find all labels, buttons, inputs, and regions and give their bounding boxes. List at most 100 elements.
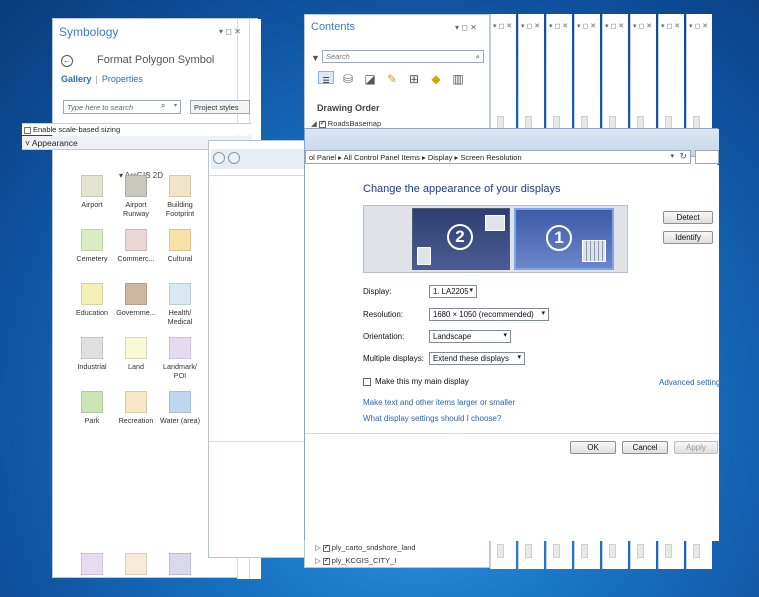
symbol-swatch[interactable]: Governme... — [114, 283, 158, 317]
layer-checkbox[interactable] — [322, 556, 330, 565]
layer-city[interactable]: ▷ ply_KCGIS_CITY_I — [315, 556, 396, 565]
monitor-number-1: 1 — [546, 225, 572, 251]
search-icon[interactable]: ⌕ — [476, 52, 480, 62]
back-button[interactable]: ← — [61, 55, 73, 67]
filter-icon[interactable]: ▼ — [311, 53, 320, 63]
detect-button[interactable]: Detect — [663, 211, 713, 224]
forward-icon[interactable] — [228, 152, 240, 164]
search-field[interactable] — [695, 150, 719, 164]
symbol-swatch[interactable]: Education — [70, 283, 114, 317]
symbol-label: Building Footprint — [165, 200, 195, 218]
project-styles-dropdown[interactable]: Project styles — [190, 100, 250, 114]
data-source-icon[interactable]: ⛁ — [340, 71, 356, 87]
symbol-preview — [81, 175, 103, 197]
nav-bar — [211, 149, 307, 169]
main-display-checkbox[interactable]: Make this my main display — [363, 377, 469, 386]
symbol-swatch[interactable] — [70, 553, 114, 578]
charts-icon[interactable]: ▥ — [450, 71, 466, 87]
monitor-number-2: 2 — [447, 224, 473, 250]
pane-controls[interactable]: ▾ ◻ ✕ — [689, 22, 708, 30]
display-help-link[interactable]: What display settings should I choose? — [363, 414, 501, 423]
pane-controls[interactable]: ▾ ◻ ✕ — [493, 22, 512, 30]
symbol-swatch[interactable]: Commerc... — [114, 229, 158, 263]
symbol-swatch[interactable]: Recreation — [114, 391, 158, 425]
scale-based-sizing-row[interactable]: Enable scale-based sizing — [22, 123, 252, 135]
resolution-select[interactable]: 1680 × 1050 (recommended) ▾ — [429, 308, 549, 321]
identify-button[interactable]: Identify — [663, 231, 713, 244]
drawing-order-icon[interactable]: ☰ — [318, 71, 334, 85]
monitor-1[interactable]: 1 — [514, 208, 614, 270]
contents-search-input[interactable]: Search ⌕ — [322, 50, 484, 63]
multiple-displays-select[interactable]: Extend these displays ▾ — [429, 352, 525, 365]
symbol-swatch[interactable]: Cultural — [158, 229, 202, 263]
advanced-settings-link[interactable]: Advanced settings — [659, 378, 724, 387]
expand-icon[interactable]: ◢ — [311, 119, 317, 128]
layer-roadsbasemap[interactable]: ◢ RoadsBasemap — [311, 119, 381, 128]
selection-icon[interactable]: ◪ — [362, 71, 378, 87]
layer-name: ply_KCGIS_CITY_I — [331, 556, 397, 565]
address-bar[interactable]: ol Panel ▸ All Control Panel Items ▸ Dis… — [305, 150, 691, 164]
contents-search-placeholder: Search — [326, 52, 350, 61]
layer-name: ply_carto_sndshore_land — [331, 543, 416, 552]
apply-button[interactable]: Apply — [674, 441, 718, 454]
scale-checkbox[interactable] — [24, 126, 31, 134]
pane-controls[interactable]: ▾ ◻ ✕ — [633, 22, 652, 30]
scrollbar-fragment — [665, 544, 672, 558]
symbol-swatch[interactable] — [114, 553, 158, 578]
text-size-link[interactable]: Make text and other items larger or smal… — [363, 398, 515, 407]
pane-controls[interactable]: ▾ ◻ ✕ — [605, 22, 624, 30]
orientation-select[interactable]: Landscape ▾ — [429, 330, 511, 343]
symbol-label: Park — [84, 416, 100, 425]
symbol-preview — [169, 553, 191, 575]
pane-controls[interactable]: ▾ ◻ ✕ — [219, 27, 241, 36]
search-icon[interactable]: ⌕ — [161, 101, 165, 111]
symbol-swatch[interactable]: Health/ Medical — [158, 283, 202, 326]
expand-icon[interactable]: ▷ — [315, 556, 321, 565]
display-select[interactable]: 1. LA2205 ▾ — [429, 285, 477, 298]
symbol-swatch[interactable]: Cemetery — [70, 229, 114, 263]
explorer-window-fragment — [208, 140, 307, 558]
monitor-2[interactable]: 2 — [412, 208, 510, 270]
editing-icon[interactable]: ✎ — [384, 71, 400, 87]
symbol-swatch[interactable]: Building Footprint — [158, 175, 202, 218]
dialog-body: Change the appearance of your displays 2… — [305, 165, 724, 541]
checkbox[interactable] — [363, 377, 371, 386]
pane-controls[interactable]: ▾ ◻ ✕ — [455, 23, 477, 32]
symbol-swatch[interactable] — [158, 553, 202, 578]
chevron-down-icon[interactable]: ▾ — [174, 102, 177, 109]
symbol-swatch[interactable]: Landmark/ POI — [158, 337, 202, 380]
tab-properties[interactable]: Properties — [102, 74, 143, 84]
resolution-label: Resolution: — [363, 310, 404, 319]
symbol-label: Cemetery — [76, 254, 108, 263]
symbol-swatch[interactable]: Industrial — [70, 337, 114, 371]
layer-checkbox[interactable] — [322, 543, 330, 552]
chevron-down-icon: ▾ — [469, 287, 473, 294]
pane-controls[interactable]: ▾ ◻ ✕ — [521, 22, 540, 30]
symbol-preview — [81, 229, 103, 251]
cancel-button[interactable]: Cancel — [622, 441, 668, 454]
symbol-swatch[interactable]: Water (area) — [158, 391, 202, 425]
symbol-swatch[interactable]: Park — [70, 391, 114, 425]
expand-icon[interactable]: ▷ — [315, 543, 321, 552]
tab-gallery[interactable]: Gallery — [61, 74, 92, 84]
layer-checkbox[interactable] — [318, 119, 326, 128]
labeling-icon[interactable]: ◆ — [428, 71, 444, 87]
layer-sndshore[interactable]: ▷ ply_carto_sndshore_land — [315, 543, 416, 552]
chevron-down-icon: ▾ — [503, 332, 507, 339]
symbol-swatch[interactable]: Airport Runway — [114, 175, 158, 218]
pane-controls[interactable]: ▾ ◻ ✕ — [549, 22, 568, 30]
symbol-preview — [81, 283, 103, 305]
chevron-down-icon[interactable]: ▾ — [670, 152, 674, 160]
snapping-icon[interactable]: ⊞ — [406, 71, 422, 87]
symbol-label: Cultural — [167, 254, 193, 263]
contents-toolbar: ☰ ⛁ ◪ ✎ ⊞ ◆ ▥ — [318, 71, 478, 89]
ok-button[interactable]: OK — [570, 441, 616, 454]
breadcrumb: ol Panel ▸ All Control Panel Items ▸ Dis… — [309, 153, 522, 162]
refresh-icon[interactable]: ↻ — [679, 151, 687, 162]
back-icon[interactable] — [213, 152, 225, 164]
pane-controls[interactable]: ▾ ◻ ✕ — [661, 22, 680, 30]
symbol-swatch[interactable]: Airport — [70, 175, 114, 209]
symbol-preview — [169, 283, 191, 305]
pane-controls[interactable]: ▾ ◻ ✕ — [577, 22, 596, 30]
symbol-swatch[interactable]: Land — [114, 337, 158, 371]
